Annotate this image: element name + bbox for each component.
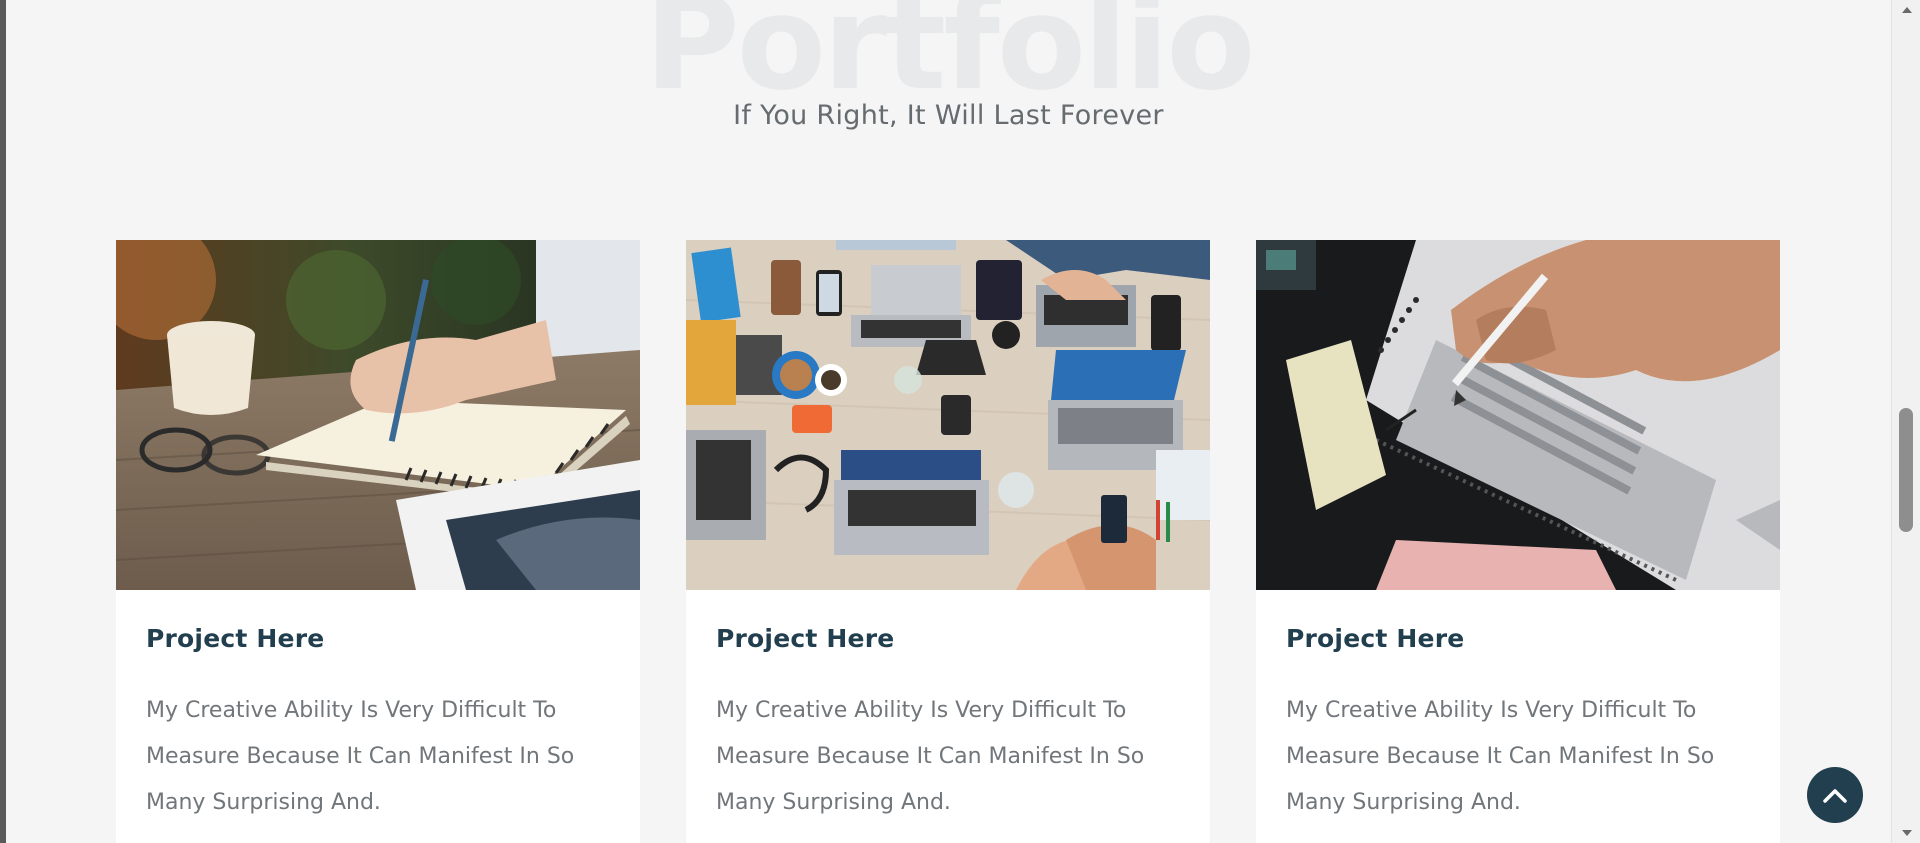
chevron-up-icon bbox=[1823, 789, 1847, 803]
project-title-1[interactable]: Project Here bbox=[146, 624, 324, 653]
project-image-2[interactable] bbox=[686, 240, 1210, 590]
section-background-title: Portfolio bbox=[644, 0, 1255, 119]
team-laptops-desk-photo bbox=[686, 240, 1210, 590]
scroll-down-arrow-icon[interactable] bbox=[1902, 830, 1912, 836]
project-image-1[interactable] bbox=[116, 240, 640, 590]
hand-filling-answer-sheet-photo bbox=[1256, 240, 1780, 590]
project-card-2[interactable]: Project Here My Creative Ability Is Very… bbox=[686, 240, 1210, 843]
project-title-2[interactable]: Project Here bbox=[716, 624, 894, 653]
section-subtitle: If You Right, It Will Last Forever bbox=[733, 100, 1164, 131]
project-card-1[interactable]: Project Here My Creative Ability Is Very… bbox=[116, 240, 640, 843]
scrollbar-thumb[interactable] bbox=[1899, 408, 1913, 532]
project-description-3: My Creative Ability Is Very Difficult To… bbox=[1286, 698, 1715, 815]
project-card-3[interactable]: Project Here My Creative Ability Is Very… bbox=[1256, 240, 1780, 843]
project-title-3[interactable]: Project Here bbox=[1286, 624, 1464, 653]
scroll-up-arrow-icon[interactable] bbox=[1902, 7, 1912, 13]
vertical-scrollbar[interactable] bbox=[1891, 0, 1920, 843]
project-description-1: My Creative Ability Is Very Difficult To… bbox=[146, 698, 575, 815]
page-viewport: Portfolio If You Right, It Will Last For… bbox=[6, 0, 1891, 843]
person-writing-in-notebook-photo bbox=[116, 240, 640, 590]
back-to-top-button[interactable] bbox=[1807, 767, 1863, 823]
project-description-2: My Creative Ability Is Very Difficult To… bbox=[716, 698, 1145, 815]
project-image-3[interactable] bbox=[1256, 240, 1780, 590]
